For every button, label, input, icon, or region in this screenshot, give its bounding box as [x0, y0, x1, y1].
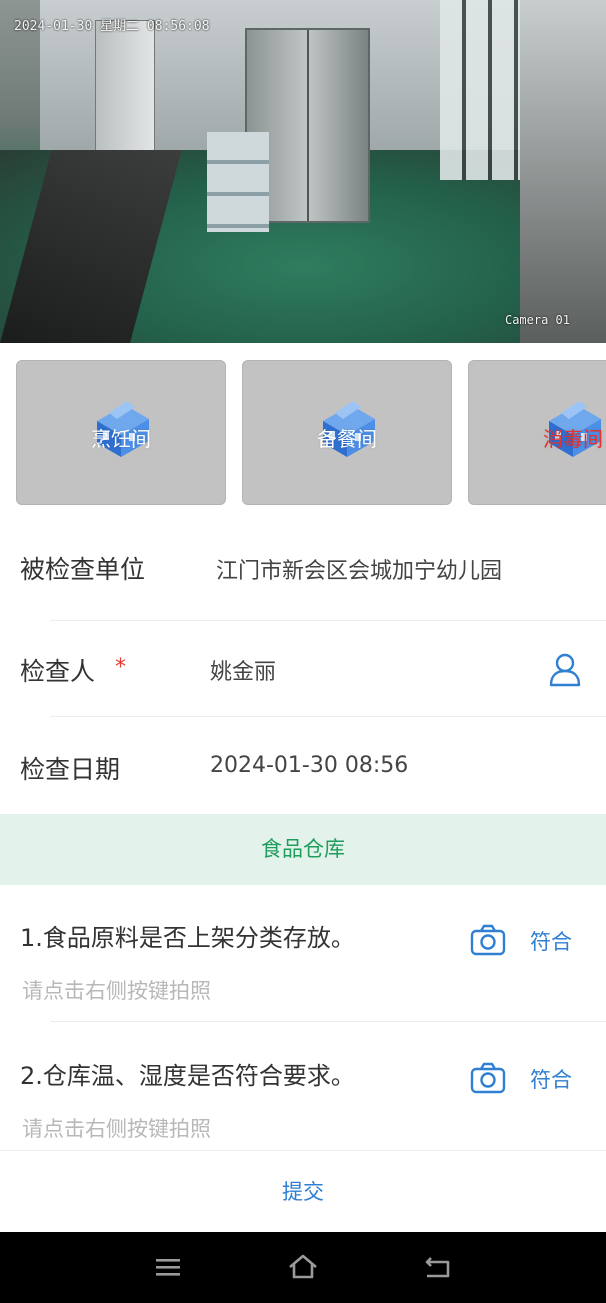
unit-label: 被检查单位: [20, 555, 146, 584]
menu-icon[interactable]: [151, 1252, 185, 1282]
person-icon[interactable]: [548, 652, 582, 688]
inspector-label: 检查人: [20, 657, 96, 686]
system-nav-bar: [0, 1232, 606, 1303]
inspector-row[interactable]: 检查人 * 姚金丽: [0, 652, 606, 712]
camera-icon[interactable]: [470, 1062, 506, 1094]
date-row[interactable]: 检查日期 2024-01-30 08:56: [0, 750, 606, 810]
required-mark: *: [115, 655, 126, 680]
photo-hint: 请点击右侧按键拍照: [22, 1117, 211, 1141]
unit-value: 江门市新会区会城加宁幼儿园: [216, 559, 503, 584]
room-selector: 烹饪间 备餐间 消毒间: [0, 343, 606, 518]
room-card-preparation[interactable]: 备餐间: [242, 360, 452, 505]
section-header: 食品仓库: [0, 814, 606, 885]
compliance-status[interactable]: 符合: [530, 1064, 572, 1094]
check-item-question: 1.食品原料是否上架分类存放。: [20, 924, 355, 952]
submit-bar: 提交: [0, 1150, 606, 1232]
feed-boxes: [207, 132, 269, 232]
back-icon[interactable]: [421, 1252, 455, 1282]
date-label: 检查日期: [20, 755, 121, 784]
camera-feed[interactable]: 2024-01-30 星期二 08:56:08 Camera 01: [0, 0, 606, 343]
submit-button[interactable]: 提交: [0, 1151, 606, 1233]
room-label: 备餐间: [317, 427, 377, 451]
divider: [50, 716, 606, 717]
home-icon[interactable]: [286, 1252, 320, 1282]
room-card-disinfection[interactable]: 消毒间: [468, 360, 606, 505]
check-item-question: 2.仓库温、湿度是否符合要求。: [20, 1062, 355, 1090]
divider: [50, 620, 606, 621]
camera-timestamp: 2024-01-30 星期二 08:56:08: [14, 19, 210, 34]
unit-row: 被检查单位 江门市新会区会城加宁幼儿园: [0, 550, 606, 620]
room-label: 消毒间: [543, 427, 603, 451]
camera-name: Camera 01: [504, 313, 570, 327]
compliance-status[interactable]: 符合: [530, 926, 572, 956]
inspector-value: 姚金丽: [210, 660, 277, 685]
photo-hint: 请点击右侧按键拍照: [22, 979, 211, 1003]
room-label: 烹饪间: [91, 427, 151, 451]
divider: [50, 1021, 606, 1022]
feed-right-wall: [520, 0, 606, 343]
date-value: 2024-01-30 08:56: [210, 753, 409, 778]
camera-icon[interactable]: [470, 924, 506, 956]
room-card-cooking[interactable]: 烹饪间: [16, 360, 226, 505]
